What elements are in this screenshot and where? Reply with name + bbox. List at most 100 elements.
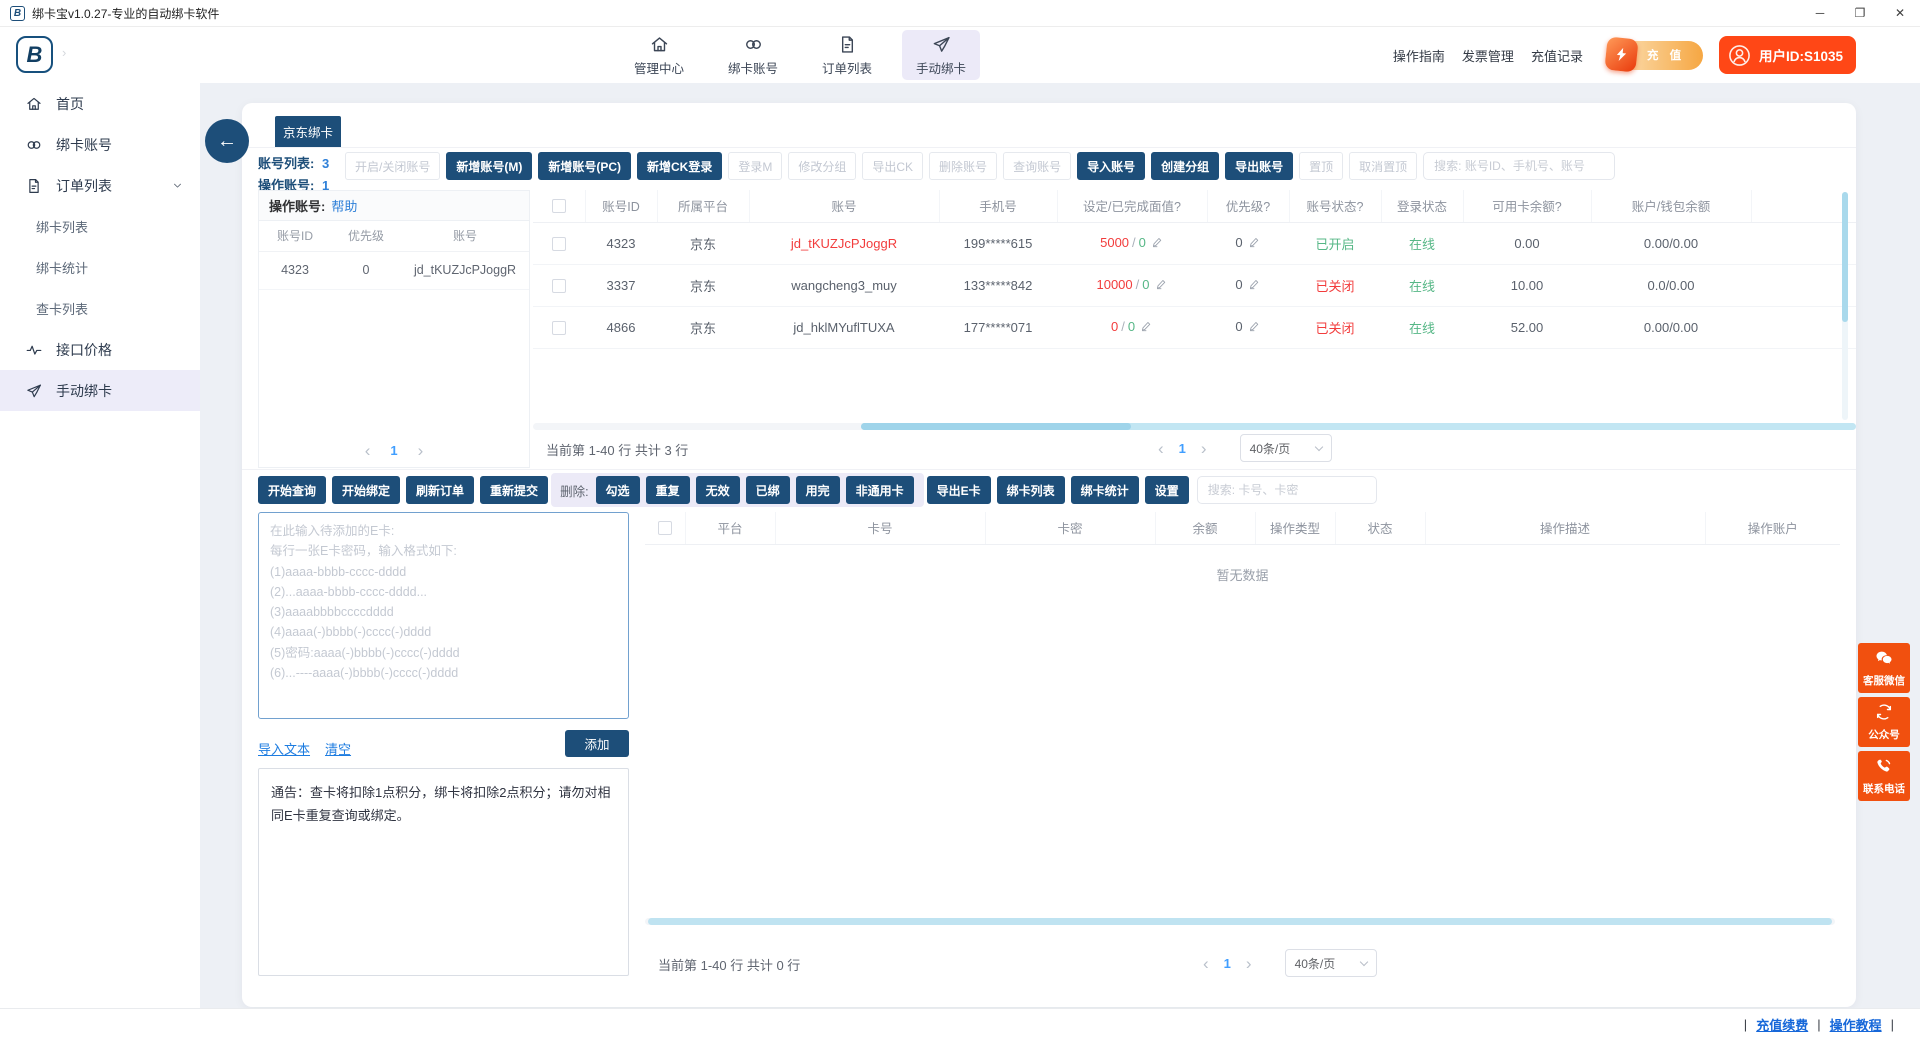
- account-search-input[interactable]: [1423, 152, 1615, 180]
- next-page-button[interactable]: ›: [1201, 440, 1207, 457]
- select-all-checkbox[interactable]: [552, 199, 566, 213]
- account-status-cell: 已关闭: [1289, 264, 1381, 306]
- platform-cell: 京东: [657, 264, 749, 306]
- create-group-button[interactable]: 创建分组: [1151, 152, 1219, 180]
- resubmit-button[interactable]: 重新提交: [480, 476, 548, 504]
- pin-top-button[interactable]: 置顶: [1299, 152, 1343, 180]
- page-size-select[interactable]: 40条/页: [1240, 434, 1332, 462]
- footer-link-recharge-renew[interactable]: 充值续费: [1756, 1015, 1808, 1034]
- top-nav-bind-card-account[interactable]: 绑卡账号: [714, 30, 792, 80]
- column-header: 操作账户: [1705, 512, 1840, 544]
- delete-duplicate-button[interactable]: 重复: [646, 476, 690, 504]
- add-ck-login-button[interactable]: 新增CK登录: [637, 152, 722, 180]
- export-ck-button[interactable]: 导出CK: [862, 152, 923, 180]
- sidebar-item-bind-card-account[interactable]: 绑卡账号: [0, 124, 200, 165]
- import-account-button[interactable]: 导入账号: [1077, 152, 1145, 180]
- cancel-pin-top-button[interactable]: 取消置顶: [1349, 152, 1417, 180]
- current-page[interactable]: 1: [390, 443, 397, 458]
- chevron-right-icon[interactable]: ›: [62, 45, 66, 60]
- minimize-button[interactable]: ─: [1800, 0, 1840, 26]
- export-ecard-button[interactable]: 导出E卡: [927, 476, 991, 504]
- top-nav-manual-bind-card[interactable]: 手动绑卡: [902, 30, 980, 80]
- close-button[interactable]: ✕: [1880, 0, 1920, 26]
- refresh-order-button[interactable]: 刷新订单: [406, 476, 474, 504]
- add-account-m-button[interactable]: 新增账号(M): [446, 152, 532, 180]
- add-button[interactable]: 添加: [565, 730, 629, 757]
- query-account-button[interactable]: 查询账号: [1003, 152, 1071, 180]
- delete-non-universal-button[interactable]: 非通用卡: [846, 476, 914, 504]
- edit-icon[interactable]: [1151, 236, 1164, 252]
- prev-page-button[interactable]: ‹: [1203, 955, 1209, 972]
- delete-checked-button[interactable]: 勾选: [596, 476, 640, 504]
- export-account-button[interactable]: 导出账号: [1225, 152, 1293, 180]
- top-nav-manage-center[interactable]: 管理中心: [620, 30, 698, 80]
- sidebar-item-check-card-list[interactable]: 查卡列表: [0, 288, 200, 329]
- current-page[interactable]: 1: [1224, 956, 1231, 971]
- next-page-button[interactable]: ›: [418, 442, 424, 459]
- import-text-link[interactable]: 导入文本: [258, 739, 310, 758]
- login-m-button[interactable]: 登录M: [728, 152, 782, 180]
- login-status-cell: 在线: [1381, 264, 1463, 306]
- horizontal-scrollbar[interactable]: [533, 423, 1856, 430]
- vertical-scrollbar[interactable]: [1842, 192, 1848, 420]
- row-checkbox[interactable]: [552, 279, 566, 293]
- official-account-button[interactable]: 公众号: [1858, 697, 1910, 747]
- user-id-button[interactable]: 用户ID:S1035: [1719, 36, 1856, 74]
- wechat-service-button[interactable]: 客服微信: [1858, 643, 1910, 693]
- horizontal-scrollbar[interactable]: [645, 918, 1835, 925]
- edit-icon[interactable]: [1248, 236, 1261, 252]
- clear-link[interactable]: 清空: [325, 739, 351, 758]
- toggle-account-button[interactable]: 开启/关闭账号: [345, 152, 440, 180]
- sidebar-item-bind-card-stats[interactable]: 绑卡统计: [0, 247, 200, 288]
- edit-icon[interactable]: [1248, 320, 1261, 336]
- edit-icon[interactable]: [1140, 320, 1153, 336]
- header-link-operation-guide[interactable]: 操作指南: [1393, 46, 1445, 65]
- row-checkbox[interactable]: [552, 237, 566, 251]
- sidebar-item-home[interactable]: 首页: [0, 83, 200, 124]
- delete-invalid-button[interactable]: 无效: [696, 476, 740, 504]
- operate-account-row[interactable]: 43230jd_tKUZJcPJoggR: [259, 251, 529, 289]
- settings-button[interactable]: 设置: [1145, 476, 1189, 504]
- current-page[interactable]: 1: [1179, 441, 1186, 456]
- delete-used-up-button[interactable]: 用完: [796, 476, 840, 504]
- help-link[interactable]: 帮助: [331, 196, 357, 215]
- modify-group-button[interactable]: 修改分组: [788, 152, 856, 180]
- account-name-cell: wangcheng3_muy: [749, 264, 939, 306]
- recharge-button[interactable]: 充 值: [1615, 41, 1703, 70]
- bind-card-stats-button[interactable]: 绑卡统计: [1071, 476, 1139, 504]
- slash: /: [1132, 235, 1136, 250]
- collapse-panel-button[interactable]: ←: [205, 119, 249, 163]
- empty-cell: [1751, 306, 1856, 348]
- tab-jd-bind-card[interactable]: 京东绑卡: [275, 116, 341, 147]
- sidebar-item-bind-card-list[interactable]: 绑卡列表: [0, 206, 200, 247]
- delete-account-button[interactable]: 删除账号: [929, 152, 997, 180]
- delete-bound-button[interactable]: 已绑: [746, 476, 790, 504]
- page-size-select[interactable]: 40条/页: [1285, 949, 1377, 977]
- import-links: 导入文本 清空: [258, 739, 351, 758]
- sidebar-item-label: 接口价格: [56, 340, 112, 360]
- top-nav-order-list[interactable]: 订单列表: [808, 30, 886, 80]
- header-link-invoice-manage[interactable]: 发票管理: [1462, 46, 1514, 65]
- sidebar-item-manual-bind-card[interactable]: 手动绑卡: [0, 370, 200, 411]
- start-bind-button[interactable]: 开始绑定: [332, 476, 400, 504]
- sidebar-item-order-list[interactable]: 订单列表: [0, 165, 200, 206]
- prev-page-button[interactable]: ‹: [365, 442, 371, 459]
- prev-page-button[interactable]: ‹: [1158, 440, 1164, 457]
- sidebar-item-api-price[interactable]: 接口价格: [0, 329, 200, 370]
- header-link-recharge-record[interactable]: 充值记录: [1531, 46, 1583, 65]
- card-search-input[interactable]: [1197, 476, 1377, 504]
- select-all-checkbox[interactable]: [658, 521, 672, 535]
- start-query-button[interactable]: 开始查询: [258, 476, 326, 504]
- footer-link-tutorial[interactable]: 操作教程: [1830, 1015, 1882, 1034]
- edit-icon[interactable]: [1155, 278, 1168, 294]
- ecard-input[interactable]: [258, 512, 629, 719]
- row-checkbox[interactable]: [552, 321, 566, 335]
- bind-card-list-button[interactable]: 绑卡列表: [997, 476, 1065, 504]
- next-page-button[interactable]: ›: [1246, 955, 1252, 972]
- wechat-icon: [1874, 648, 1894, 671]
- contact-phone-button[interactable]: 联系电话: [1858, 751, 1910, 801]
- maximize-button[interactable]: ❐: [1840, 0, 1880, 26]
- phone-cell: 177*****071: [939, 306, 1057, 348]
- edit-icon[interactable]: [1248, 278, 1261, 294]
- add-account-pc-button[interactable]: 新增账号(PC): [538, 152, 631, 180]
